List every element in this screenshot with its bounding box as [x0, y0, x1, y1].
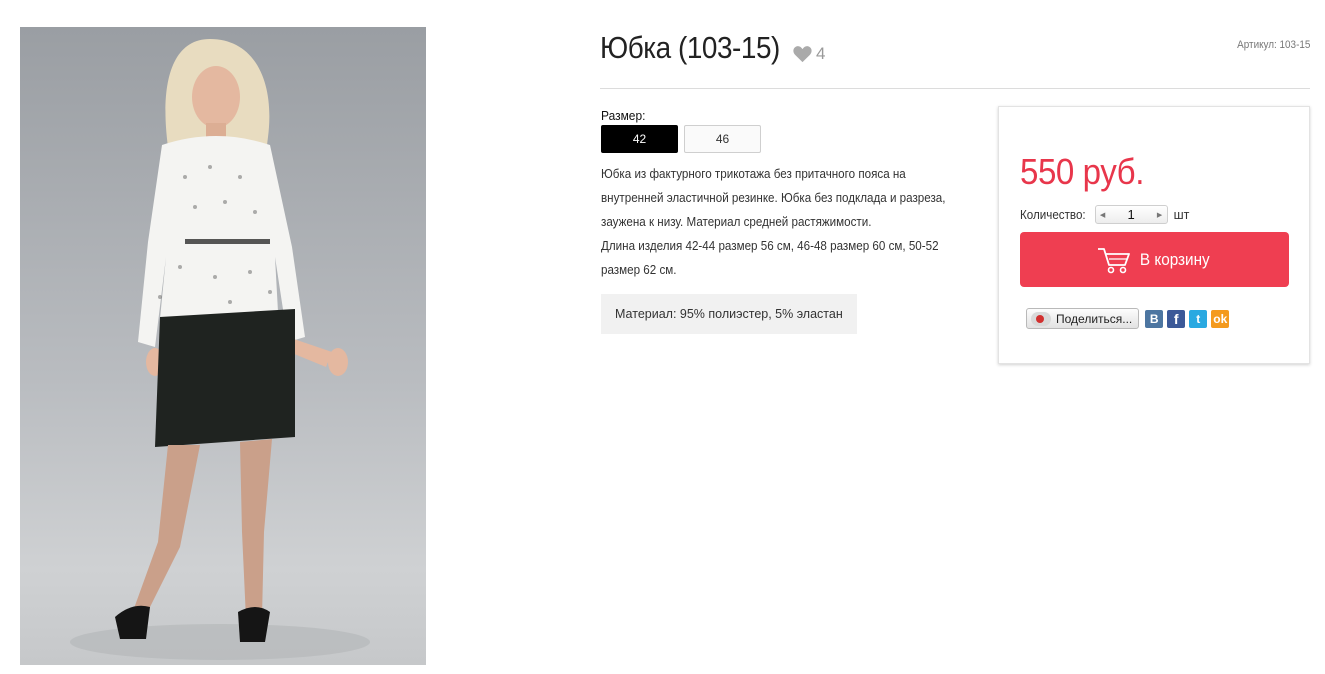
description-line: Юбка из фактурного трикотажа без притачн… — [601, 167, 906, 181]
share-row: Поделиться... B f t ok — [1026, 308, 1230, 329]
price: 550 руб. — [1020, 151, 1144, 192]
quantity-label: Количество: — [1020, 207, 1086, 222]
quantity-input[interactable] — [1109, 207, 1153, 222]
heart-icon — [793, 46, 812, 63]
add-to-cart-label: В корзину — [1139, 249, 1210, 269]
vk-icon[interactable]: B — [1145, 309, 1164, 328]
size-option-46[interactable]: 46 — [684, 125, 761, 153]
quantity-decrease-button[interactable]: ◀ — [1096, 211, 1110, 219]
quantity-stepper: ◀ ▶ — [1094, 205, 1168, 224]
cart-icon — [1097, 247, 1130, 273]
header-divider — [600, 88, 1310, 89]
odnoklassniki-icon[interactable]: ok — [1211, 309, 1230, 328]
twitter-icon[interactable]: t — [1189, 309, 1208, 328]
likes-count: 4 — [816, 44, 826, 63]
description-line: Длина изделия 42-44 размер 56 см, 46-48 … — [601, 239, 939, 253]
quantity-unit: шт — [1173, 207, 1190, 222]
share-icon — [1031, 311, 1051, 326]
quantity-row: Количество: ◀ ▶ шт — [1020, 205, 1189, 224]
description-line: размер 62 см. — [601, 263, 677, 277]
add-to-cart-button[interactable]: В корзину — [1020, 232, 1289, 287]
material-info: Материал: 95% полиэстер, 5% эластан — [601, 294, 857, 334]
share-button[interactable]: Поделиться... — [1026, 308, 1140, 329]
product-photo[interactable] — [20, 27, 426, 665]
facebook-icon[interactable]: f — [1167, 309, 1186, 328]
like-button[interactable]: 4 — [792, 44, 825, 64]
quantity-increase-button[interactable]: ▶ — [1153, 211, 1167, 219]
size-label: Размер: — [601, 108, 646, 123]
product-title: Юбка (103-15) — [600, 30, 780, 65]
product-description: Юбка из фактурного трикотажа без притачн… — [601, 162, 973, 282]
model-illustration — [70, 39, 370, 660]
buy-box: 550 руб. Количество: ◀ ▶ шт В корзину По… — [998, 106, 1310, 364]
share-label: Поделиться... — [1056, 311, 1133, 326]
product-sku: Артикул: 103-15 — [1236, 39, 1310, 51]
description-line: заужена к низу. Материал средней растяжи… — [601, 215, 872, 229]
description-line: внутренней эластичной резинке. Юбка без … — [601, 191, 946, 205]
size-option-42[interactable]: 42 — [601, 125, 678, 153]
